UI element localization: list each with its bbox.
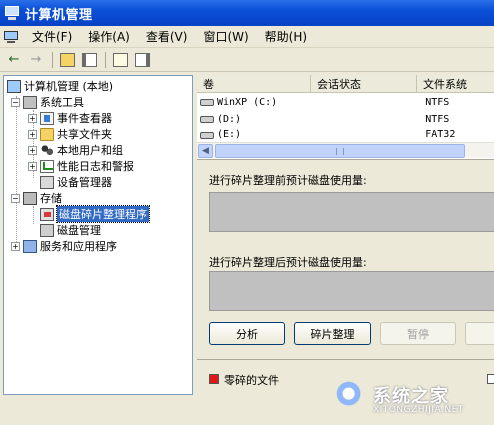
help-icon[interactable] (110, 51, 130, 69)
volume-file-system: FAT32 (425, 129, 456, 140)
after-usage-label: 进行碎片整理后预计磁盘使用量: (209, 256, 367, 269)
event-viewer-icon (40, 111, 54, 125)
computer-icon (7, 79, 21, 93)
disk-defrag-icon (40, 207, 54, 221)
collapse-icon[interactable]: − (11, 193, 20, 203)
tree-item-label: 事件查看器 (57, 112, 112, 125)
show-hide-action-pane-icon[interactable] (132, 51, 152, 69)
device-manager-icon (40, 175, 54, 189)
watermark: 系统之家 XITONGZHIJIA.NET (335, 380, 494, 425)
tree-item-event-viewer[interactable]: + 事件查看器 (28, 110, 112, 126)
volume-row[interactable]: WinXP (C:) NTFS (197, 95, 494, 110)
horizontal-scrollbar[interactable]: ◀ (197, 142, 494, 158)
tree-item-label: 共享文件夹 (57, 128, 112, 141)
services-icon (23, 239, 37, 253)
volume-row[interactable]: (E:) FAT32 (197, 129, 494, 141)
tree-item-disk-defrag[interactable]: 磁盘碎片整理程序 (40, 205, 150, 223)
tree-item-system-tools[interactable]: − 系统工具 (11, 94, 84, 110)
watermark-logo-icon (335, 380, 369, 414)
tree-item-perf-logs[interactable]: + 性能日志和警报 (28, 158, 134, 174)
fragmented-files-swatch (209, 374, 219, 384)
watermark-url: XITONGZHIJIA.NET (373, 405, 464, 415)
tree-connector (16, 96, 17, 244)
before-usage-display (209, 192, 494, 232)
volume-name: WinXP (C:) (217, 97, 278, 108)
show-hide-tree-icon[interactable] (79, 51, 99, 69)
tree-item-label: 系统工具 (40, 96, 84, 109)
system-menu-icon[interactable] (4, 30, 18, 43)
collapse-icon[interactable]: − (11, 97, 20, 107)
tree-item-label: 磁盘碎片整理程序 (56, 205, 150, 223)
volume-list-header: 卷 会话状态 文件系统 (197, 75, 494, 93)
tree-item-label: 设备管理器 (57, 176, 112, 189)
window-title: 计算机管理 (25, 7, 93, 23)
scroll-left-icon[interactable]: ◀ (198, 144, 213, 158)
column-header-volume[interactable]: 卷 (197, 75, 311, 92)
toolbar-separator (105, 51, 106, 68)
expand-icon[interactable]: + (11, 241, 20, 251)
menu-help[interactable]: 帮助(H) (257, 28, 315, 45)
tree-item-label: 本地用户和组 (57, 144, 123, 157)
volume-row[interactable]: (D:) NTFS (197, 112, 494, 127)
system-tools-icon (23, 95, 37, 109)
back-arrow-icon[interactable]: ← (4, 51, 24, 69)
tree-item-label: 性能日志和警报 (57, 160, 134, 173)
scroll-thumb[interactable] (215, 144, 465, 158)
tree-item-shared-folders[interactable]: + 共享文件夹 (28, 126, 112, 142)
menu-view[interactable]: 查看(V) (138, 28, 196, 45)
volume-file-system: NTFS (425, 114, 450, 125)
volume-file-system: NTFS (425, 97, 450, 108)
tree-item-label: 磁盘管理 (57, 224, 101, 237)
fragmented-files-label: 零碎的文件 (224, 374, 279, 387)
expand-icon[interactable]: + (28, 161, 37, 171)
performance-icon (40, 159, 54, 173)
shared-folder-icon (40, 127, 54, 141)
drive-icon (200, 99, 214, 106)
up-level-icon[interactable] (57, 51, 77, 69)
details-pane: 卷 会话状态 文件系统 WinXP (C:) NTFS (D:) NTFS (E… (197, 75, 494, 425)
tree-item-label: 服务和应用程序 (40, 240, 117, 253)
tree-item-label: 存储 (40, 192, 62, 205)
users-icon (40, 143, 54, 157)
console-tree: 计算机管理 (本地) − 系统工具 + 事件查看器 + 共享文件夹 + 本地用户… (3, 75, 193, 395)
column-header-session-status[interactable]: 会话状态 (311, 75, 417, 92)
tree-item-label: 计算机管理 (本地) (24, 80, 114, 93)
toolbar: ← → (0, 48, 494, 72)
stop-button[interactable] (465, 322, 494, 345)
expand-icon[interactable]: + (28, 129, 37, 139)
title-bar: 计算机管理 (0, 0, 494, 26)
computer-management-icon (4, 6, 20, 20)
tree-item-device-manager[interactable]: 设备管理器 (40, 174, 112, 190)
storage-icon (23, 191, 37, 205)
menu-file[interactable]: 文件(F) (24, 28, 80, 45)
drive-icon (200, 132, 214, 139)
column-header-file-system[interactable]: 文件系统 (417, 75, 494, 92)
analyze-button[interactable]: 分析 (209, 322, 285, 345)
toolbar-separator (52, 51, 53, 68)
forward-arrow-icon[interactable]: → (26, 51, 46, 69)
after-usage-display (209, 271, 494, 311)
disk-management-icon (40, 223, 54, 237)
drive-icon (200, 116, 214, 123)
tree-connector (33, 206, 34, 224)
tree-item-services-apps[interactable]: + 服务和应用程序 (11, 238, 117, 254)
tree-item-root[interactable]: 计算机管理 (本地) (7, 78, 113, 94)
before-usage-label: 进行碎片整理前预计磁盘使用量: (209, 174, 367, 187)
menu-window[interactable]: 窗口(W) (195, 28, 256, 45)
expand-icon[interactable]: + (28, 145, 37, 155)
menu-bar: 文件(F) 操作(A) 查看(V) 窗口(W) 帮助(H) (0, 26, 494, 48)
volume-name: (D:) (217, 114, 242, 125)
pause-button[interactable]: 暂停 (380, 322, 456, 345)
defragment-button[interactable]: 碎片整理 (294, 322, 371, 345)
volume-name: (E:) (217, 129, 242, 140)
tree-item-storage[interactable]: − 存储 (11, 190, 62, 206)
tree-item-disk-management[interactable]: 磁盘管理 (40, 222, 101, 238)
expand-icon[interactable]: + (28, 113, 37, 123)
menu-action[interactable]: 操作(A) (80, 28, 138, 45)
tree-item-local-users[interactable]: + 本地用户和组 (28, 142, 123, 158)
